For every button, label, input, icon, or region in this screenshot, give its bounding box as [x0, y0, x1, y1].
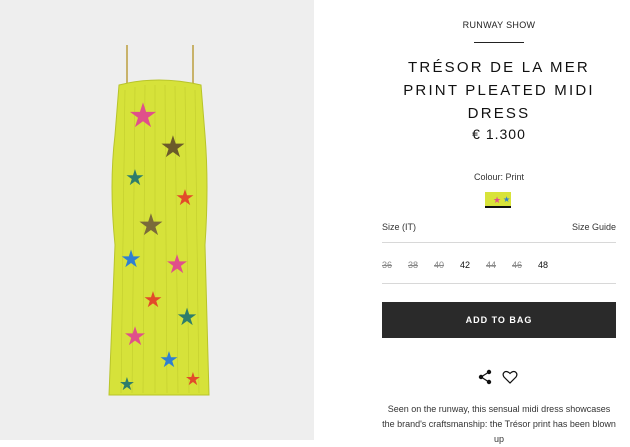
- size-guide-link[interactable]: Size Guide: [572, 222, 616, 232]
- size-label: Size (IT): [382, 222, 417, 232]
- svg-text:★: ★: [128, 96, 158, 136]
- size-option-44[interactable]: 44: [486, 260, 512, 270]
- svg-text:★: ★: [165, 250, 188, 280]
- collection-underline: [474, 42, 524, 43]
- product-description: Seen on the runway, this sensual midi dr…: [382, 404, 616, 444]
- product-image-panel[interactable]: ★ ★ ★ ★ ★ ★ ★ ★ ★ ★ ★ ★ ★: [0, 0, 314, 440]
- svg-text:★: ★: [138, 208, 165, 243]
- svg-text:★: ★: [143, 288, 163, 313]
- svg-text:★: ★: [125, 166, 145, 191]
- divider: [382, 283, 616, 284]
- heart-icon[interactable]: [502, 370, 518, 384]
- share-icon[interactable]: [478, 369, 492, 385]
- svg-text:★: ★: [160, 130, 187, 165]
- svg-text:★: ★: [493, 196, 501, 206]
- colour-label: Colour: Print: [473, 172, 525, 182]
- colour-swatch[interactable]: ★ ★: [485, 192, 511, 208]
- collection-label[interactable]: RUNWAY SHOW: [382, 20, 616, 30]
- divider: [382, 242, 616, 243]
- svg-text:★: ★: [120, 245, 142, 273]
- size-option-42[interactable]: 42: [460, 260, 486, 270]
- dress-image: ★ ★ ★ ★ ★ ★ ★ ★ ★ ★ ★ ★ ★: [108, 45, 210, 396]
- size-option-40[interactable]: 40: [434, 260, 460, 270]
- svg-text:★: ★: [185, 369, 201, 390]
- swatch-print: ★ ★: [485, 192, 511, 206]
- action-icons: [478, 369, 522, 385]
- svg-text:★: ★: [123, 322, 146, 352]
- size-option-38[interactable]: 38: [408, 260, 434, 270]
- size-options: 36 38 40 42 44 46 48: [382, 260, 616, 270]
- add-to-bag-button[interactable]: ADD TO BAG: [382, 302, 616, 338]
- size-option-46[interactable]: 46: [512, 260, 538, 270]
- size-option-36[interactable]: 36: [382, 260, 408, 270]
- product-title: TRÉSOR DE LA MER PRINT PLEATED MIDI DRES…: [403, 59, 595, 122]
- svg-text:★: ★: [503, 195, 510, 204]
- svg-text:★: ★: [159, 348, 179, 373]
- svg-text:★: ★: [176, 303, 198, 331]
- product-price: € 1.300: [472, 126, 526, 142]
- svg-text:★: ★: [175, 186, 195, 211]
- svg-text:★: ★: [119, 374, 135, 395]
- size-header: Size (IT) Size Guide: [382, 222, 616, 232]
- size-option-48[interactable]: 48: [538, 260, 564, 270]
